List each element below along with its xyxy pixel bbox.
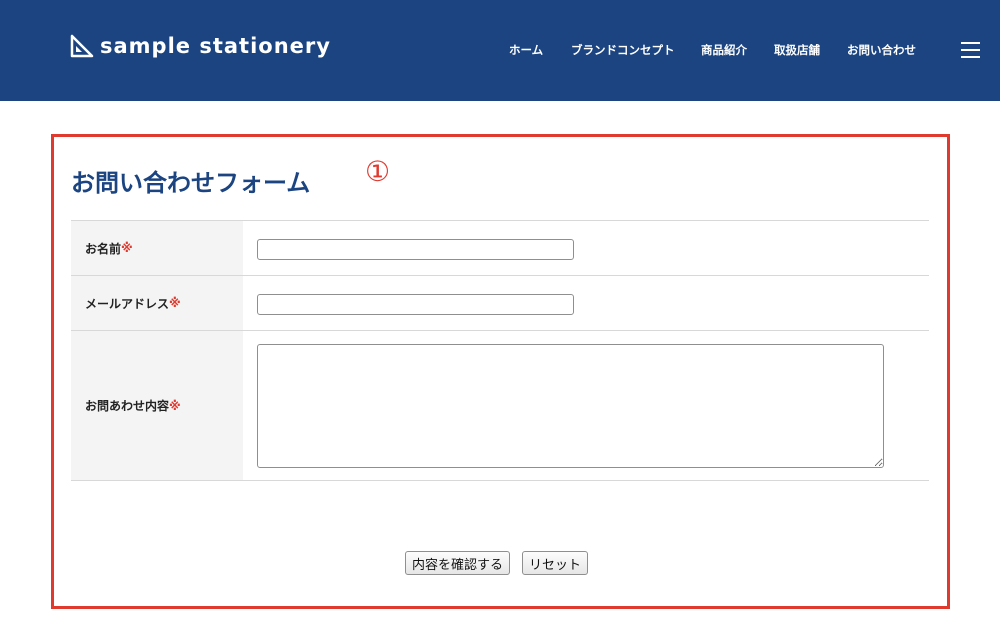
contact-form: お名前 ※ メールアドレス ※ お問あわせ内容 ※ xyxy=(71,220,929,481)
annotation-marker: ① xyxy=(365,155,391,188)
main-nav: ホーム ブランドコンセプト 商品紹介 取扱店舗 お問い合わせ xyxy=(0,42,1000,62)
site-header: sample stationery ホーム ブランドコンセプト 商品紹介 取扱店… xyxy=(0,0,1000,101)
hamburger-icon[interactable] xyxy=(961,40,980,60)
nav-item-home[interactable]: ホーム xyxy=(509,42,543,58)
required-mark: ※ xyxy=(169,398,181,413)
form-row-message: お問あわせ内容 ※ xyxy=(71,330,929,481)
required-mark: ※ xyxy=(121,241,133,255)
field-label-text: メールアドレス xyxy=(85,296,170,311)
field-label-name: お名前 ※ xyxy=(71,221,243,275)
form-row-name: お名前 ※ xyxy=(71,220,929,275)
page-title: お問い合わせフォーム xyxy=(71,169,311,197)
nav-item-contact[interactable]: お問い合わせ xyxy=(847,42,916,58)
field-label-text: お問あわせ内容 xyxy=(85,399,170,413)
field-label-text: お名前 xyxy=(85,241,122,256)
form-row-email: メールアドレス ※ xyxy=(71,275,929,330)
nav-item-brand-concept[interactable]: ブランドコンセプト xyxy=(571,42,675,58)
nav-item-products[interactable]: 商品紹介 xyxy=(701,42,747,58)
message-textarea[interactable] xyxy=(257,344,884,468)
email-input[interactable] xyxy=(257,294,574,315)
nav-item-stores[interactable]: 取扱店舗 xyxy=(774,42,820,58)
reset-button[interactable]: リセット xyxy=(522,551,589,575)
form-buttons: 内容を確認する リセット xyxy=(405,551,589,575)
field-label-message: お問あわせ内容 ※ xyxy=(71,331,243,480)
field-label-email: メールアドレス ※ xyxy=(71,276,243,330)
name-input[interactable] xyxy=(257,239,574,260)
confirm-button[interactable]: 内容を確認する xyxy=(405,551,511,575)
required-mark: ※ xyxy=(169,296,181,310)
